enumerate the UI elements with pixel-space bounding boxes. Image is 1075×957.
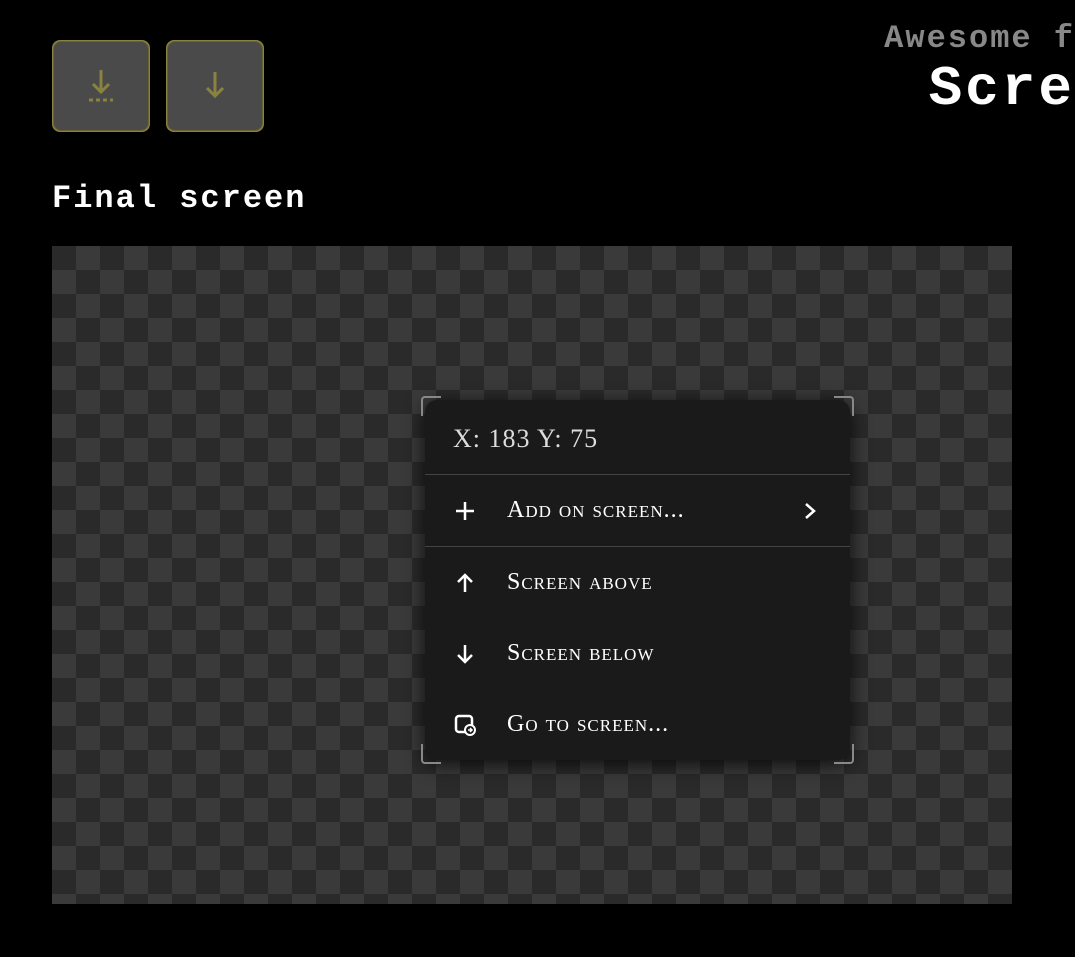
header-subtitle: Awesome f <box>884 20 1075 57</box>
arrow-down-icon <box>453 642 477 666</box>
menu-item-label: Screen above <box>507 569 822 596</box>
chevron-right-icon <box>802 501 822 521</box>
section-title: Final screen <box>52 180 306 217</box>
menu-item-screen-below[interactable]: Screen below <box>425 618 850 689</box>
arrow-up-icon <box>453 571 477 595</box>
menu-item-go-to-screen[interactable]: Go to screen... <box>425 689 850 760</box>
download-button[interactable] <box>166 40 264 132</box>
menu-item-label: Add on screen... <box>507 497 772 524</box>
menu-item-label: Screen below <box>507 640 822 667</box>
menu-item-label: Go to screen... <box>507 711 822 738</box>
plus-icon <box>453 499 477 523</box>
download-to-line-button[interactable] <box>52 40 150 132</box>
screen-goto-icon <box>453 713 477 737</box>
header-title: Scre <box>884 57 1075 121</box>
arrow-down-icon <box>197 66 233 106</box>
menu-item-screen-above[interactable]: Screen above <box>425 547 850 618</box>
toolbar <box>52 40 264 132</box>
coordinates-display: X: 183 Y: 75 <box>425 400 850 475</box>
context-menu: X: 183 Y: 75 Add on screen... Screen abo… <box>425 400 850 760</box>
menu-item-add-on-screen[interactable]: Add on screen... <box>425 475 850 547</box>
corner-decoration <box>834 396 854 416</box>
download-to-line-icon <box>83 66 119 106</box>
header: Awesome f Scre <box>884 20 1075 121</box>
corner-decoration <box>421 396 441 416</box>
